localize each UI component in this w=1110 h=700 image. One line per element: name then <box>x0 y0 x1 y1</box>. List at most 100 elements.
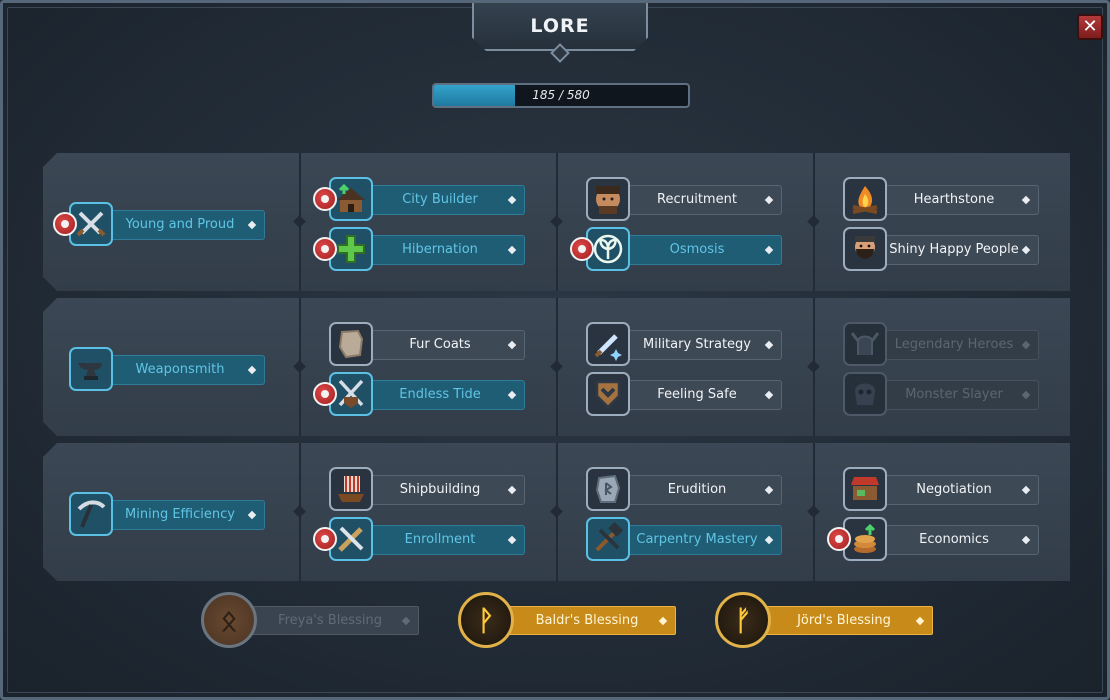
skill-erudition[interactable]: Erudition <box>586 467 786 513</box>
pickaxe-icon <box>69 492 113 536</box>
skill-column: Shipbuilding Enrollment <box>299 443 556 581</box>
skill-label: Fur Coats <box>349 330 525 360</box>
skill-carpentry-mastery[interactable]: Carpentry Mastery <box>586 517 786 563</box>
skill-shipbuilding[interactable]: Shipbuilding <box>329 467 529 513</box>
lore-progress-bar: 185 / 580 <box>432 83 690 108</box>
skill-label-text: Recruitment <box>657 192 737 207</box>
skill-mining-efficiency[interactable]: Mining Efficiency <box>69 492 269 538</box>
skill-row: Mining Efficiency Shipbuilding Enrollment E… <box>43 443 1070 581</box>
skill-enrollment[interactable]: Enrollment <box>329 517 529 563</box>
skill-fur-coats[interactable]: Fur Coats <box>329 322 529 368</box>
skill-label-text: Fur Coats <box>409 337 471 352</box>
fur-pelt-icon <box>329 322 373 366</box>
diamond-icon <box>915 616 925 626</box>
skill-label-text: Feeling Safe <box>657 387 737 402</box>
skill-column: Mining Efficiency <box>43 443 299 581</box>
skill-row: Weaponsmith Fur Coats Endless Tide Military… <box>43 298 1070 436</box>
skill-row: Young and Proud City Builder Hibernation Re… <box>43 153 1070 291</box>
runestone-icon <box>586 467 630 511</box>
skill-label: Osmosis <box>606 235 782 265</box>
diamond-icon <box>508 196 516 204</box>
hammer-chisel-icon <box>586 517 630 561</box>
skill-label: Shipbuilding <box>349 475 525 505</box>
skill-label-text: Erudition <box>667 482 727 497</box>
skill-shiny-happy-people[interactable]: Shiny Happy People <box>843 227 1043 273</box>
diamond-icon <box>248 221 256 229</box>
blessing-label-text: Freya's Blessing <box>278 613 382 628</box>
skill-label: Economics <box>863 525 1039 555</box>
requirement-icon <box>53 212 77 236</box>
skill-label-text: Mining Efficiency <box>125 507 235 522</box>
diamond-icon <box>658 616 668 626</box>
skill-city-builder[interactable]: City Builder <box>329 177 529 223</box>
diamond-icon <box>508 536 516 544</box>
rune-glyph: ᚠ <box>734 603 752 637</box>
viking-ship-icon <box>329 467 373 511</box>
skill-label: Mining Efficiency <box>89 500 265 530</box>
skill-label: Enrollment <box>349 525 525 555</box>
skill-label: Hearthstone <box>863 185 1039 215</box>
skill-label-text: Endless Tide <box>399 387 481 402</box>
skill-label-text: Hibernation <box>402 242 478 257</box>
skill-hearthstone[interactable]: Hearthstone <box>843 177 1043 223</box>
blessing-freya-s-blessing[interactable]: Freya's Blessing ᛟ <box>201 592 421 650</box>
rune-icon: ᚹ <box>458 592 514 648</box>
skill-weaponsmith[interactable]: Weaponsmith <box>69 347 269 393</box>
close-button[interactable]: ✕ <box>1077 14 1103 40</box>
skill-legendary-heroes[interactable]: Legendary Heroes <box>843 322 1043 368</box>
skill-label-text: Enrollment <box>404 532 476 547</box>
campfire-icon <box>843 177 887 221</box>
requirement-icon <box>827 527 851 551</box>
skill-osmosis[interactable]: Osmosis <box>586 227 786 273</box>
skill-label: Carpentry Mastery <box>606 525 782 555</box>
skill-label-text: Young and Proud <box>125 217 235 232</box>
lore-window: LORE ✕ 185 / 580 Young and Proud City Bui… <box>0 0 1110 700</box>
skill-military-strategy[interactable]: Military Strategy <box>586 322 786 368</box>
skill-label-text: Osmosis <box>669 242 725 257</box>
skill-label: Young and Proud <box>89 210 265 240</box>
skill-economics[interactable]: Economics <box>843 517 1043 563</box>
skill-label: Endless Tide <box>349 380 525 410</box>
skill-label: Erudition <box>606 475 782 505</box>
rune-icon: ᛟ <box>201 592 257 648</box>
market-stall-icon <box>843 467 887 511</box>
blessing-j-rd-s-blessing[interactable]: Jörd's Blessing ᚠ <box>715 592 935 650</box>
blessing-label-text: Baldr's Blessing <box>535 613 639 628</box>
diamond-icon <box>765 196 773 204</box>
winged-helmet-icon <box>843 322 887 366</box>
skill-column: Fur Coats Endless Tide <box>299 298 556 436</box>
rune-icon: ᚠ <box>715 592 771 648</box>
sword-sparkle-icon <box>586 322 630 366</box>
skill-label-text: Weaponsmith <box>135 362 225 377</box>
skill-label-text: Shiny Happy People <box>889 242 1019 257</box>
skill-recruitment[interactable]: Recruitment <box>586 177 786 223</box>
skill-young-and-proud[interactable]: Young and Proud <box>69 202 269 248</box>
blessing-baldr-s-blessing[interactable]: Baldr's Blessing ᚹ <box>458 592 678 650</box>
diamond-icon <box>508 246 516 254</box>
skill-feeling-safe[interactable]: Feeling Safe <box>586 372 786 418</box>
skill-column: Hearthstone Shiny Happy People <box>813 153 1070 291</box>
diamond-icon <box>508 341 516 349</box>
skill-hibernation[interactable]: Hibernation <box>329 227 529 273</box>
diamond-icon <box>508 486 516 494</box>
diamond-icon <box>765 536 773 544</box>
chevron-shield-icon <box>586 372 630 416</box>
anvil-icon <box>69 347 113 391</box>
bearded-viking-icon <box>843 227 887 271</box>
requirement-icon <box>313 237 337 261</box>
skill-negotiation[interactable]: Negotiation <box>843 467 1043 513</box>
skill-column: Young and Proud <box>43 153 299 291</box>
diamond-icon <box>1022 341 1030 349</box>
blessing-label: Jörd's Blessing <box>749 606 933 635</box>
skill-label-text: Economics <box>919 532 989 547</box>
diamond-icon <box>248 366 256 374</box>
skill-endless-tide[interactable]: Endless Tide <box>329 372 529 418</box>
skill-label: Weaponsmith <box>89 355 265 385</box>
skill-monster-slayer[interactable]: Monster Slayer <box>843 372 1043 418</box>
diamond-icon <box>765 246 773 254</box>
diamond-icon <box>1022 391 1030 399</box>
requirement-icon <box>313 527 337 551</box>
skill-label: Negotiation <box>863 475 1039 505</box>
rune-glyph: ᛟ <box>220 603 238 637</box>
skill-label-text: Military Strategy <box>643 337 751 352</box>
